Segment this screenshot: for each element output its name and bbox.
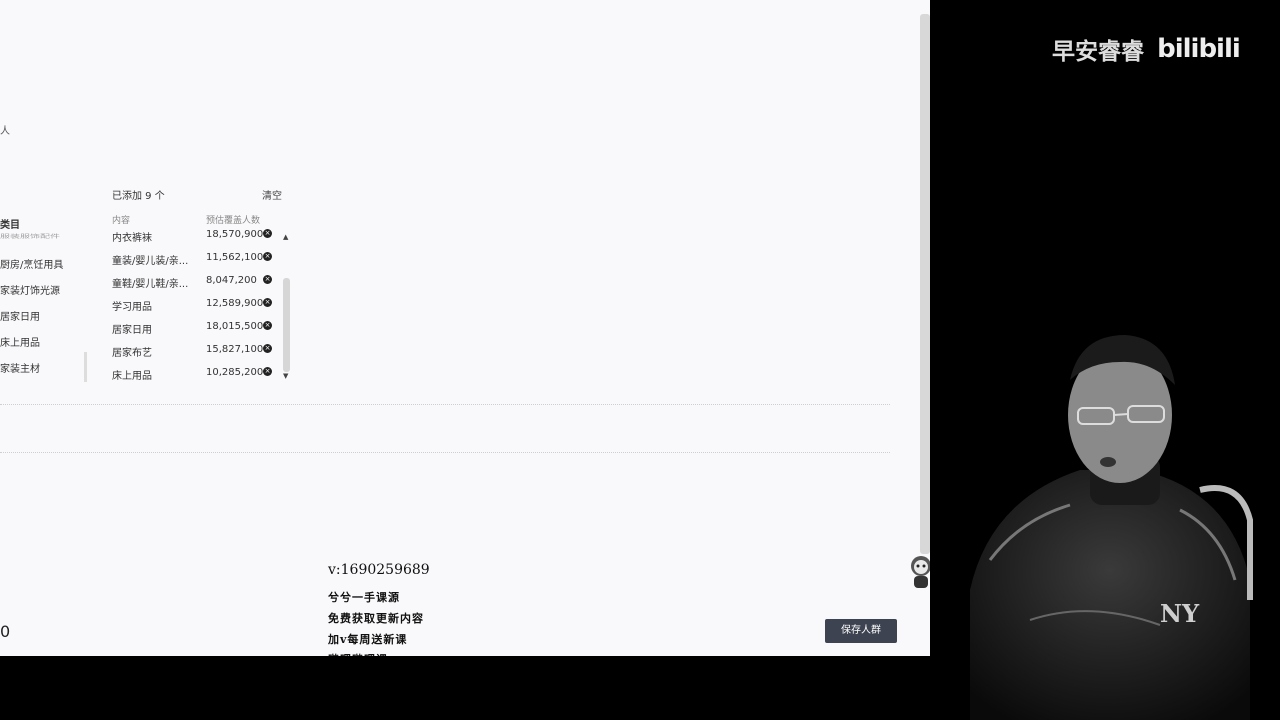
- selected-row-name: 童装/婴儿装/亲...: [112, 256, 189, 267]
- selected-row-value: 8,047,200: [206, 275, 257, 286]
- category-item[interactable]: 床上用品: [0, 334, 40, 349]
- selected-row-name: 床上用品: [112, 371, 152, 382]
- selected-row-value: 12,589,900: [206, 298, 264, 309]
- page-scrollbar[interactable]: [920, 14, 930, 554]
- channel-name: 早安睿睿: [1052, 39, 1144, 65]
- selected-row-name: 童鞋/婴儿鞋/亲...: [112, 279, 189, 290]
- watermark-line: 免费获取更新内容: [328, 612, 424, 625]
- remove-icon[interactable]: ×: [263, 367, 272, 376]
- selected-row-name: 居家布艺: [112, 348, 152, 359]
- svg-text:NY: NY: [1160, 599, 1200, 628]
- selected-row: 床上用品 10,285,200 ×: [112, 367, 282, 387]
- watermark-phone: v:1690259689: [328, 562, 430, 578]
- category-item[interactable]: 厨房/烹饪用具: [0, 256, 63, 271]
- selected-row: 内衣裤袜 18,570,900 ×: [112, 229, 282, 249]
- remove-icon[interactable]: ×: [263, 252, 272, 261]
- webcam-panel: NY: [930, 0, 1280, 720]
- remove-icon[interactable]: ×: [263, 275, 272, 284]
- app-window: 人 类目 服装服饰配件 厨房/烹饪用具 家装灯饰光源 居家日用 床上用品 家装主…: [0, 0, 930, 656]
- selected-row: 居家日用 18,015,500 ×: [112, 321, 282, 341]
- selected-row-value: 18,570,900: [206, 229, 264, 240]
- divider: [0, 404, 890, 405]
- column-header-content: 内容: [112, 216, 131, 226]
- scroll-down-icon[interactable]: ▼: [283, 372, 288, 380]
- selected-row: 童装/婴儿装/亲... 11,562,100 ×: [112, 252, 282, 272]
- category-item[interactable]: 服装服饰配件: [0, 232, 60, 240]
- category-scrollbar[interactable]: [84, 352, 87, 382]
- selected-row-value: 11,562,100: [206, 252, 264, 263]
- bilibili-logo: bilibili: [1157, 34, 1241, 64]
- divider: [0, 452, 890, 453]
- bottom-bar: [0, 656, 930, 720]
- selected-scrollbar[interactable]: [283, 278, 290, 372]
- selected-row-value: 10,285,200: [206, 367, 264, 378]
- remove-icon[interactable]: ×: [263, 298, 272, 307]
- category-item[interactable]: 家装灯饰光源: [0, 282, 60, 297]
- category-item[interactable]: 居家日用: [0, 308, 40, 323]
- webcam-person-image: NY: [970, 335, 1253, 720]
- selected-row-name: 学习用品: [112, 302, 152, 313]
- remove-icon[interactable]: ×: [263, 229, 272, 238]
- save-crowd-button[interactable]: 保存人群: [825, 619, 897, 643]
- channel-logo: 早安睿睿 bilibili: [1052, 32, 1241, 66]
- selected-row-value: 18,015,500: [206, 321, 264, 332]
- watermark-line: 兮兮一手课源: [328, 591, 400, 604]
- selected-row: 居家布艺 15,827,100 ×: [112, 344, 282, 364]
- selected-count: 已添加 9 个: [112, 191, 165, 202]
- remove-icon[interactable]: ×: [263, 321, 272, 330]
- remove-icon[interactable]: ×: [263, 344, 272, 353]
- category-header: 类目: [0, 220, 20, 231]
- selected-row-value: 15,827,100: [206, 344, 264, 355]
- selected-row: 童鞋/婴儿鞋/亲... 8,047,200 ×: [112, 275, 282, 295]
- mascot-icon: [911, 556, 930, 588]
- watermark-line: 加v每周送新课: [328, 633, 408, 646]
- selected-row-name: 居家日用: [112, 325, 152, 336]
- selected-row-name: 内衣裤袜: [112, 233, 152, 244]
- selected-row: 学习用品 12,589,900 ×: [112, 298, 282, 318]
- scroll-up-icon[interactable]: ▲: [283, 233, 288, 241]
- total-value: 0: [0, 622, 11, 641]
- column-header-estimate: 预估覆盖人数: [206, 216, 261, 226]
- clear-button[interactable]: 清空: [262, 187, 282, 202]
- category-item[interactable]: 家装主材: [0, 360, 40, 375]
- partial-label: 人: [0, 126, 10, 137]
